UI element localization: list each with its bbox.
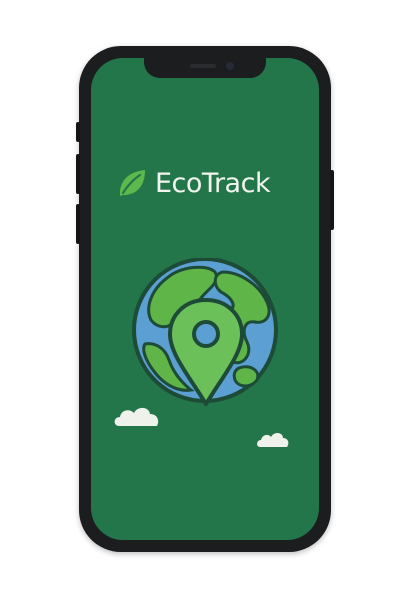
leaf-icon bbox=[119, 170, 145, 196]
phone-camera bbox=[226, 62, 234, 70]
app-logo: EcoTrack bbox=[115, 163, 305, 203]
phone-notch bbox=[144, 58, 266, 78]
splash-screen: EcoTrack bbox=[91, 58, 319, 540]
phone-frame: EcoTrack bbox=[76, 46, 334, 552]
splash-canvas: EcoTrack bbox=[0, 0, 408, 612]
app-name: EcoTrack bbox=[155, 167, 271, 199]
phone-volume-up-button bbox=[76, 154, 80, 194]
phone-volume-down-button bbox=[76, 204, 80, 244]
phone-speaker bbox=[190, 64, 216, 68]
phone-power-button bbox=[330, 170, 334, 230]
cloud-icon bbox=[257, 432, 289, 447]
phone-side-button bbox=[76, 122, 80, 142]
cloud-icon bbox=[114, 407, 159, 426]
globe-with-location-pin-icon bbox=[132, 258, 278, 406]
